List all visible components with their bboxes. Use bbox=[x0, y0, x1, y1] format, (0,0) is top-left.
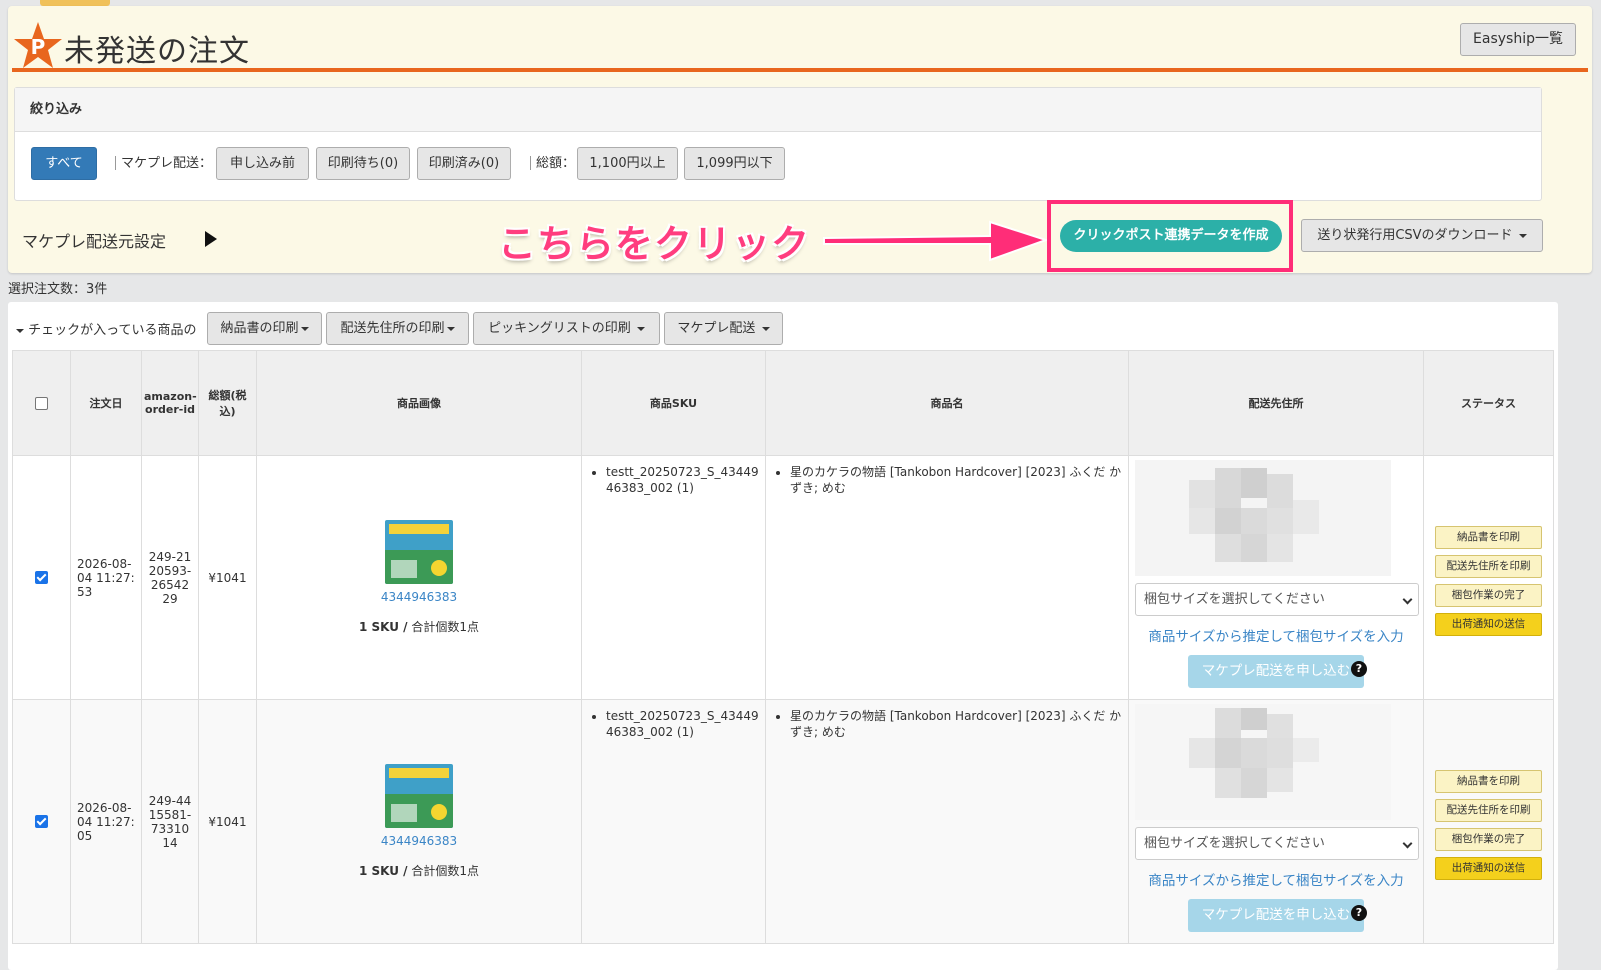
product-name: 星のカケラの物語 [Tankobon Hardcover] [2023] ふくだ… bbox=[790, 708, 1122, 740]
title-divider bbox=[12, 68, 1588, 72]
caret-down-icon bbox=[446, 326, 455, 331]
column-header-date[interactable]: 注文日 bbox=[70, 350, 142, 456]
column-header-total[interactable]: 総額(税込) bbox=[198, 350, 257, 456]
asin-link[interactable]: 4344946383 bbox=[263, 590, 575, 604]
print-address-button[interactable]: 配送先住所を印刷 bbox=[1435, 798, 1542, 822]
apply-mcf-button[interactable]: マケプレ配送を申し込む bbox=[1188, 655, 1364, 688]
orders-panel: チェックが入っている商品の 納品書の印刷 配送先住所の印刷 ピッキングリストの印… bbox=[8, 302, 1558, 970]
sku-item: testt_20250723_S_4344946383_002 (1) bbox=[606, 464, 759, 496]
row-checkbox[interactable] bbox=[35, 815, 48, 828]
caret-down-icon bbox=[636, 326, 645, 331]
product-name-cell: 星のカケラの物語 [Tankobon Hardcover] [2023] ふくだ… bbox=[765, 699, 1129, 944]
estimate-size-link[interactable]: 商品サイズから推定して梱包サイズを入力 bbox=[1135, 625, 1417, 645]
order-total: ¥1041 bbox=[198, 455, 257, 700]
easyship-list-button[interactable]: Easyship一覧 bbox=[1460, 23, 1576, 56]
sku-count: 1 SKU / 合計個数1点 bbox=[358, 864, 480, 878]
print-invoice-button[interactable]: 納品書を印刷 bbox=[1435, 525, 1542, 549]
caret-down-icon bbox=[761, 326, 770, 331]
column-header-address: 配送先住所 bbox=[1128, 350, 1424, 456]
blurred-address-image bbox=[1135, 704, 1391, 820]
filter-over-1100-button[interactable]: 1,100円以上 bbox=[577, 147, 678, 180]
product-image-cell: 4344946383 1 SKU / 合計個数1点 bbox=[256, 455, 582, 700]
chevron-down-icon bbox=[1402, 838, 1413, 849]
chevron-down-icon bbox=[1402, 594, 1413, 605]
select-all-checkbox[interactable] bbox=[35, 396, 48, 410]
order-id: 249-4415581-7331014 bbox=[141, 699, 199, 944]
filter-print-waiting-button[interactable]: 印刷待ち(0) bbox=[316, 147, 410, 180]
select-all-header bbox=[12, 350, 71, 456]
logo-star-icon: P bbox=[14, 22, 62, 68]
filter-printed-button[interactable]: 印刷済み(0) bbox=[417, 147, 511, 180]
order-total: ¥1041 bbox=[198, 699, 257, 944]
complete-packing-button[interactable]: 梱包作業の完了 bbox=[1435, 827, 1542, 851]
book-cover-image[interactable] bbox=[385, 764, 453, 828]
package-size-select[interactable]: 梱包サイズを選択してください bbox=[1135, 583, 1419, 616]
selected-order-count: 選択注文数：3件 bbox=[8, 282, 108, 297]
order-id: 249-2120593-2654229 bbox=[141, 455, 199, 700]
help-icon[interactable]: ? bbox=[1351, 661, 1367, 677]
filter-heading: 絞り込み bbox=[15, 88, 1541, 132]
column-header-order-id[interactable]: amazon-order-id bbox=[141, 350, 199, 456]
help-icon[interactable]: ? bbox=[1351, 905, 1367, 921]
clickpost-data-button[interactable]: クリックポスト連携データを作成 bbox=[1060, 220, 1282, 252]
table-row: 2026-08-04 11:27:05 249-4415581-7331014 … bbox=[12, 699, 1554, 944]
order-date: 2026-08-04 11:27:53 bbox=[70, 455, 142, 700]
product-name-cell: 星のカケラの物語 [Tankobon Hardcover] [2023] ふくだ… bbox=[765, 455, 1129, 700]
orders-table: 注文日 amazon-order-id 総額(税込) 商品画像 商品SKU 商品… bbox=[12, 350, 1554, 944]
status-cell: 納品書を印刷 配送先住所を印刷 梱包作業の完了 出荷通知の送信 bbox=[1423, 699, 1554, 944]
apply-mcf-button[interactable]: マケプレ配送を申し込む bbox=[1188, 899, 1364, 932]
sku-cell: testt_20250723_S_4344946383_002 (1) bbox=[581, 699, 766, 944]
asin-link[interactable]: 4344946383 bbox=[263, 834, 575, 848]
column-header-status: ステータス bbox=[1423, 350, 1554, 456]
complete-packing-button[interactable]: 梱包作業の完了 bbox=[1435, 583, 1542, 607]
print-address-button[interactable]: 配送先住所を印刷 bbox=[1435, 554, 1542, 578]
sku-count: 1 SKU / 合計個数1点 bbox=[358, 620, 480, 634]
total-filter-label: 総額： bbox=[536, 156, 576, 171]
status-cell: 納品書を印刷 配送先住所を印刷 梱包作業の完了 出荷通知の送信 bbox=[1423, 455, 1554, 700]
order-date: 2026-08-04 11:27:05 bbox=[70, 699, 142, 944]
bulk-action-label: チェックが入っている商品の bbox=[14, 319, 197, 338]
caret-down-icon bbox=[1518, 233, 1527, 238]
blurred-address-image bbox=[1135, 460, 1391, 576]
package-size-select[interactable]: 梱包サイズを選択してください bbox=[1135, 827, 1419, 860]
filter-under-1099-button[interactable]: 1,099円以下 bbox=[684, 147, 785, 180]
row-checkbox[interactable] bbox=[35, 571, 48, 584]
annotation-arrow-icon bbox=[823, 220, 1050, 262]
column-header-name: 商品名 bbox=[765, 350, 1129, 456]
filter-panel: 絞り込み すべて マケプレ配送： 申し込み前 印刷待ち(0) 印刷済み(0) 総… bbox=[14, 87, 1542, 201]
column-header-sku: 商品SKU bbox=[581, 350, 766, 456]
origin-settings-toggle[interactable]: マケプレ配送元設定 bbox=[22, 228, 166, 252]
column-header-image: 商品画像 bbox=[256, 350, 582, 456]
picking-list-dropdown[interactable]: ピッキングリストの印刷 bbox=[473, 312, 660, 345]
product-name: 星のカケラの物語 [Tankobon Hardcover] [2023] ふくだ… bbox=[790, 464, 1122, 496]
csv-download-label: 送り状発行用CSVのダウンロード bbox=[1317, 228, 1513, 243]
address-cell: 梱包サイズを選択してください 商品サイズから推定して梱包サイズを入力 マケプレ配… bbox=[1128, 455, 1424, 700]
print-address-dropdown[interactable]: 配送先住所の印刷 bbox=[326, 312, 469, 345]
book-cover-image[interactable] bbox=[385, 520, 453, 584]
annotation-callout: こちらをクリック bbox=[498, 222, 811, 266]
caret-down-icon bbox=[300, 326, 309, 331]
mcf-dropdown[interactable]: マケプレ配送 bbox=[664, 312, 783, 345]
caret-down-icon bbox=[16, 328, 24, 333]
mcf-filter-label: マケプレ配送： bbox=[121, 156, 213, 171]
address-cell: 梱包サイズを選択してください 商品サイズから推定して梱包サイズを入力 マケプレ配… bbox=[1128, 699, 1424, 944]
expand-arrow-icon[interactable] bbox=[205, 231, 217, 247]
csv-download-button[interactable]: 送り状発行用CSVのダウンロード bbox=[1301, 219, 1543, 252]
separator bbox=[530, 156, 531, 170]
print-invoice-button[interactable]: 納品書を印刷 bbox=[1435, 769, 1542, 793]
svg-text:P: P bbox=[31, 35, 46, 59]
estimate-size-link[interactable]: 商品サイズから推定して梱包サイズを入力 bbox=[1135, 869, 1417, 889]
sku-cell: testt_20250723_S_4344946383_002 (1) bbox=[581, 455, 766, 700]
send-shipping-notice-button[interactable]: 出荷通知の送信 bbox=[1435, 612, 1542, 636]
send-shipping-notice-button[interactable]: 出荷通知の送信 bbox=[1435, 856, 1542, 880]
print-invoice-dropdown[interactable]: 納品書の印刷 bbox=[207, 312, 322, 345]
separator bbox=[115, 156, 116, 170]
product-image-cell: 4344946383 1 SKU / 合計個数1点 bbox=[256, 699, 582, 944]
sku-item: testt_20250723_S_4344946383_002 (1) bbox=[606, 708, 759, 740]
page-title: 未発送の注文 bbox=[64, 34, 250, 69]
filter-before-apply-button[interactable]: 申し込み前 bbox=[216, 147, 309, 180]
table-row: 2026-08-04 11:27:53 249-2120593-2654229 … bbox=[12, 455, 1554, 700]
filter-all-button[interactable]: すべて bbox=[31, 147, 97, 180]
